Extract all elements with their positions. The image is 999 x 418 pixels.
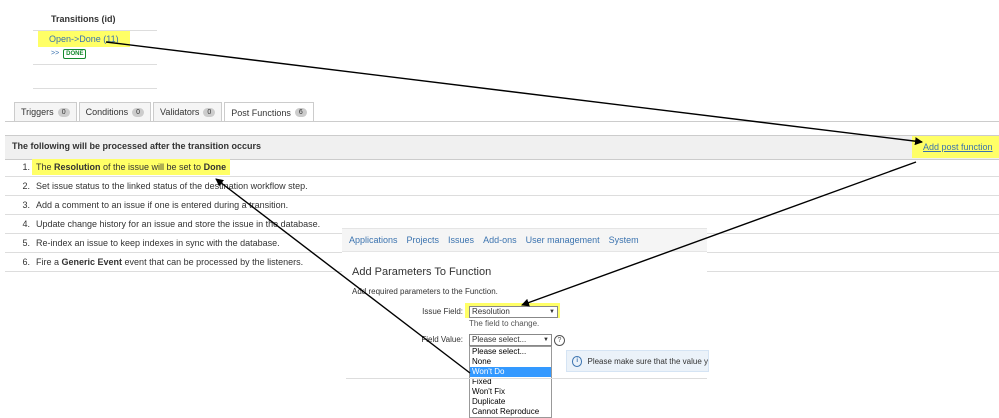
transition-link[interactable]: Open->Done (11) xyxy=(38,31,130,47)
divider xyxy=(346,378,707,379)
section-title: The following will be processed after th… xyxy=(12,141,262,151)
divider xyxy=(33,64,157,65)
field-value-label: Field Value: xyxy=(421,335,463,344)
tab-conditions[interactable]: Conditions 0 xyxy=(78,102,152,121)
issue-field-label: Issue Field: xyxy=(422,307,463,316)
field-value-select[interactable]: Please select... ▼ xyxy=(469,334,552,346)
option-none[interactable]: None xyxy=(470,357,551,367)
tab-label: Triggers xyxy=(21,107,54,117)
list-item: 2. Set issue status to the linked status… xyxy=(5,177,999,196)
tab-bar: Triggers 0 Conditions 0 Validators 0 Post F… xyxy=(14,102,316,122)
info-message: i Please make sure that the value y xyxy=(566,350,709,372)
step-number: 6. xyxy=(22,257,30,267)
tab-triggers[interactable]: Triggers 0 xyxy=(14,102,77,121)
step-text: Fire a xyxy=(36,257,62,267)
field-value-selected: Please select... xyxy=(472,335,527,344)
divider xyxy=(33,88,157,89)
option-wont-fix[interactable]: Won't Fix xyxy=(470,387,551,397)
step-text: of the issue will be set to xyxy=(100,162,204,172)
step-text: Set issue status to the linked status of… xyxy=(36,181,308,191)
option-duplicate[interactable]: Duplicate xyxy=(470,397,551,407)
issue-field-value: Resolution xyxy=(472,307,510,316)
chevron-down-icon: ▼ xyxy=(549,309,555,315)
step-number: 3. xyxy=(22,200,30,210)
issue-field-select[interactable]: Resolution ▼ xyxy=(469,306,558,318)
tab-label: Conditions xyxy=(85,107,129,117)
tab-count: 6 xyxy=(294,108,307,117)
step-bold: Done xyxy=(203,162,227,172)
step-bold: Generic Event xyxy=(61,257,123,267)
function-form-title: Add Parameters To Function xyxy=(352,266,492,278)
tab-label: Post Functions xyxy=(231,107,291,118)
tab-validators[interactable]: Validators 0 xyxy=(153,102,223,121)
admin-menu-system[interactable]: System xyxy=(609,235,639,245)
issue-field-hint: The field to change. xyxy=(469,319,540,328)
step-bold: Resolution xyxy=(54,162,101,172)
step-text-highlight: The Resolution of the issue will be set … xyxy=(32,159,231,175)
info-icon: i xyxy=(572,355,583,367)
step-text: Update change history for an issue and s… xyxy=(36,219,321,229)
step-text: event that can be processed by the liste… xyxy=(122,257,304,267)
field-value-options: Please select... None Won't Do Fixed Won… xyxy=(469,346,552,418)
step-text: Add a comment to an issue if one is ente… xyxy=(36,200,289,210)
step-text: Re-index an issue to keep indexes in syn… xyxy=(36,238,280,248)
step-text: The xyxy=(36,162,55,172)
arrow-transition-to-add xyxy=(105,41,923,146)
option-wont-do[interactable]: Won't Do xyxy=(470,367,551,377)
tab-post-functions[interactable]: Post Functions 6 xyxy=(224,102,314,122)
admin-menu-issues[interactable]: Issues xyxy=(448,235,474,245)
step-number: 4. xyxy=(22,219,30,229)
admin-menu-bar: Applications Projects Issues Add-ons Use… xyxy=(342,228,707,252)
option-cannot-reproduce[interactable]: Cannot Reproduce xyxy=(470,407,551,417)
tab-count: 0 xyxy=(132,107,145,117)
option-please-select[interactable]: Please select... xyxy=(470,347,551,357)
admin-menu-user-management[interactable]: User management xyxy=(526,235,600,245)
tab-label: Validators xyxy=(160,107,200,117)
tab-divider xyxy=(5,121,999,122)
step-number: 5. xyxy=(22,238,30,248)
transition-prefix: >> xyxy=(51,50,60,57)
chevron-down-icon: ▼ xyxy=(543,337,549,343)
transition-link-label: Open->Done (11) xyxy=(49,34,119,44)
add-post-function-link[interactable]: Add post function xyxy=(912,136,999,158)
admin-menu-projects[interactable]: Projects xyxy=(407,235,440,245)
list-item: 3. Add a comment to an issue if one is e… xyxy=(5,196,999,215)
tab-count: 0 xyxy=(203,107,216,117)
admin-menu-applications[interactable]: Applications xyxy=(349,235,398,245)
list-item: 1. The Resolution of the issue will be s… xyxy=(5,158,999,177)
admin-menu-add-ons[interactable]: Add-ons xyxy=(483,235,517,245)
info-text: Please make sure that the value y xyxy=(587,356,708,366)
help-icon[interactable]: ? xyxy=(554,335,565,346)
transition-target: >> DONE xyxy=(51,49,87,59)
tab-count: 0 xyxy=(57,107,70,117)
status-badge-done: DONE xyxy=(63,49,87,59)
function-form-description: Add required parameters to the Function. xyxy=(352,287,498,296)
transitions-title: Transitions (id) xyxy=(51,14,116,24)
step-number: 2. xyxy=(22,181,30,191)
